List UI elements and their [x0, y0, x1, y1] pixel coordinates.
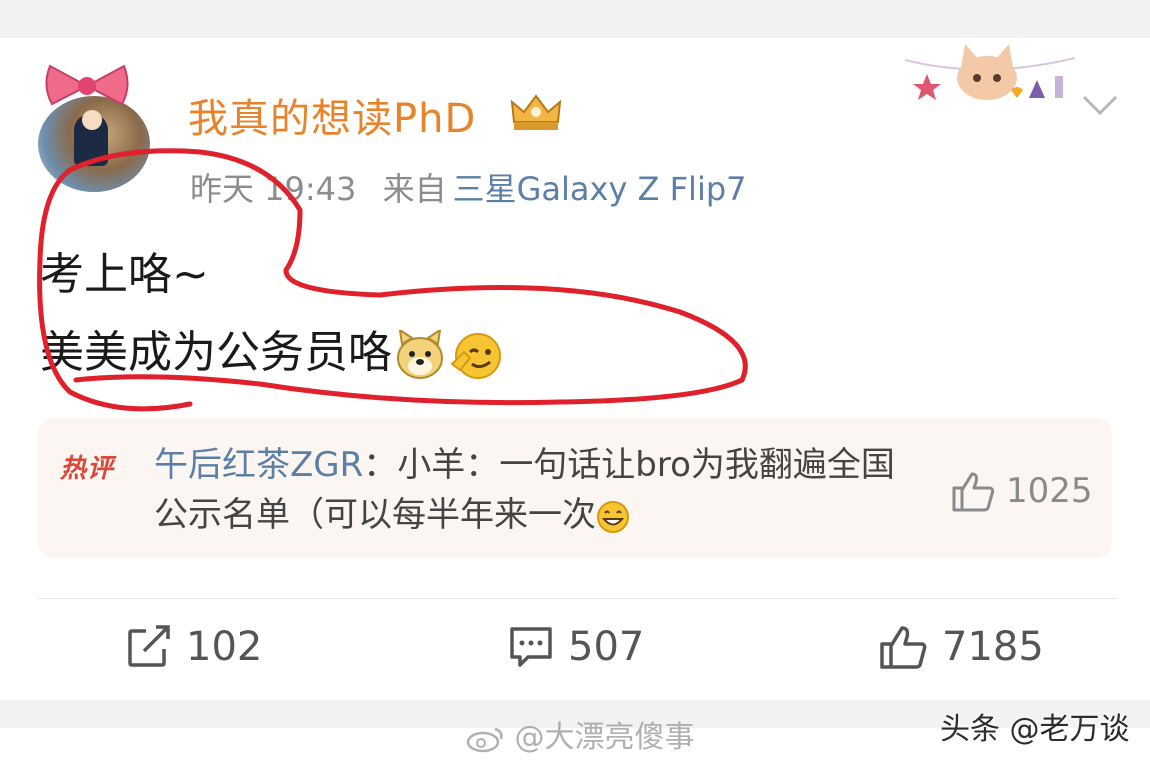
watermark-right: 头条 @老万谈 — [940, 712, 1130, 747]
chevron-down-icon[interactable] — [1080, 92, 1120, 118]
weibo-logo-icon — [466, 727, 503, 752]
salute-face-icon — [450, 333, 501, 379]
hot-comment-box[interactable]: 热评 午后红茶ZGR：小羊：一句话让bro为我翻遍全国公示名单（可以每半年来一次… — [38, 418, 1112, 558]
hot-comment-tag: 热评 — [60, 454, 115, 484]
content-line-2: 美美成为公务员咯 — [40, 314, 504, 392]
like-button[interactable]: 7185 — [878, 624, 1044, 670]
post-meta: 昨天 19:43 来自 三星Galaxy Z Flip7 — [190, 164, 763, 210]
repost-button[interactable]: 102 — [126, 624, 262, 670]
thumbs-up-icon — [880, 626, 927, 669]
thumbs-up-icon — [952, 472, 995, 512]
content-line-2-text: 美美成为公务员咯 — [40, 327, 392, 378]
bow-decoration-icon — [45, 64, 129, 106]
action-divider — [38, 598, 1118, 599]
crown-badge-icon[interactable] — [508, 92, 564, 132]
post-source[interactable]: 三星Galaxy Z Flip7 — [453, 170, 747, 208]
hot-comment-author[interactable]: 午后红茶ZGR — [154, 445, 363, 485]
post-content: 考上咯~ 美美成为公务员咯 — [40, 236, 504, 392]
repost-icon — [128, 625, 170, 667]
grin-face-icon — [597, 500, 629, 533]
watermark-left-text: @大漂亮傻事 — [514, 720, 695, 755]
hot-comment-separator: ： — [363, 445, 398, 485]
username[interactable]: 我真的想读PhD — [188, 86, 476, 144]
from-label: 来自 — [382, 170, 447, 208]
hot-comment-text: 午后红茶ZGR：小羊：一句话让bro为我翻遍全国公示名单（可以每半年来一次 — [154, 440, 924, 540]
comment-count: 507 — [568, 624, 645, 670]
comment-icon — [510, 627, 552, 667]
content-line-1: 考上咯~ — [40, 249, 209, 300]
repost-count: 102 — [186, 624, 263, 670]
watermark-left: @大漂亮傻事 — [465, 712, 695, 756]
doge-icon — [397, 330, 443, 379]
like-count: 7185 — [942, 624, 1044, 670]
hot-comment-like-button[interactable]: 1025 — [950, 470, 1093, 512]
comment-button[interactable]: 507 — [508, 624, 644, 670]
post-time: 昨天 19:43 — [190, 170, 357, 208]
avatar-face — [82, 110, 102, 130]
cat-decoration-icon — [905, 44, 1075, 100]
hot-comment-like-count: 1025 — [1006, 471, 1093, 511]
